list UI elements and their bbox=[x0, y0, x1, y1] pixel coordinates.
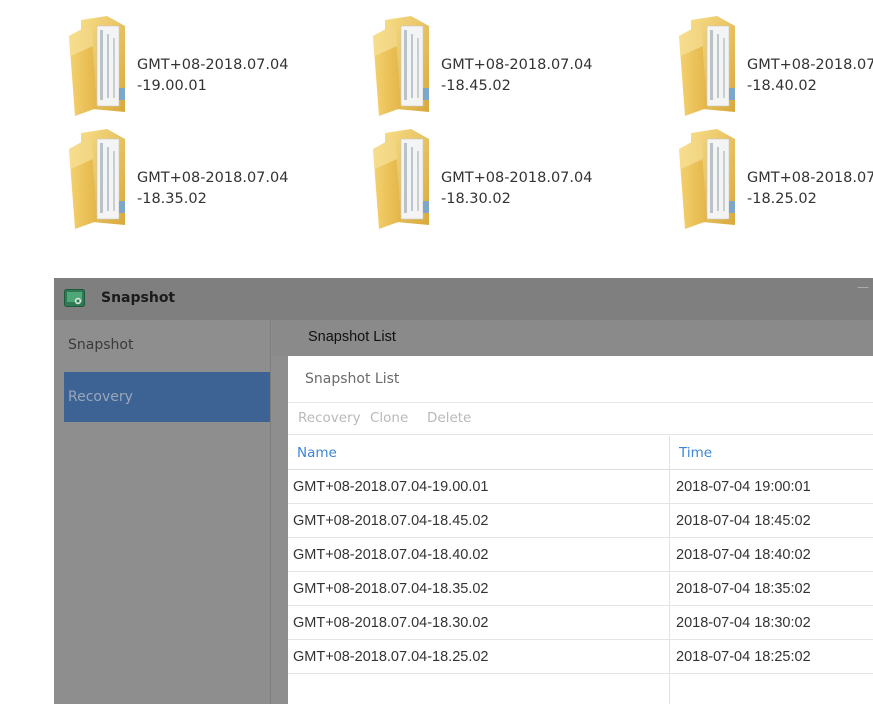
content-header-title: Snapshot List bbox=[308, 329, 396, 345]
folder-icon bbox=[67, 16, 131, 116]
table-header: Name Time bbox=[288, 436, 873, 470]
snapshot-list-panel: Snapshot List Recovery Clone Delete Name… bbox=[288, 356, 873, 704]
table-row[interactable]: GMT+08-2018.07.04-18.35.02 2018-07-04 18… bbox=[288, 572, 873, 606]
snapshot-window: Snapshot — Snapshot Recovery Snapshot Li… bbox=[54, 278, 873, 704]
folder-icon bbox=[371, 129, 435, 229]
folder-label: GMT+08-2018.07.04 -18.30.02 bbox=[441, 170, 593, 207]
cell-time: 2018-07-04 18:40:02 bbox=[676, 547, 811, 563]
cell-time: 2018-07-04 18:30:02 bbox=[676, 615, 811, 631]
table-row[interactable]: GMT+08-2018.07.04-18.30.02 2018-07-04 18… bbox=[288, 606, 873, 640]
folder-label: GMT+08-2018.07.04 -19.00.01 bbox=[137, 57, 289, 94]
table-row[interactable]: GMT+08-2018.07.04-19.00.01 2018-07-04 19… bbox=[288, 470, 873, 504]
sidebar-item-snapshot[interactable]: Snapshot bbox=[64, 320, 270, 370]
main-content: Snapshot List Snapshot List Recovery Clo… bbox=[272, 320, 873, 704]
panel-title: Snapshot List bbox=[288, 356, 873, 403]
cell-name: GMT+08-2018.07.04-18.25.02 bbox=[293, 649, 489, 665]
folder-item[interactable]: GMT+08-2018.07 -18.40.02 bbox=[677, 16, 873, 126]
folder-item[interactable]: GMT+08-2018.07.04 -18.30.02 bbox=[371, 129, 621, 239]
table-row[interactable]: GMT+08-2018.07.04-18.45.02 2018-07-04 18… bbox=[288, 504, 873, 538]
clone-button[interactable]: Clone bbox=[370, 410, 408, 426]
folder-item[interactable]: GMT+08-2018.07.04 -18.35.02 bbox=[67, 129, 317, 239]
title-bar: Snapshot — bbox=[54, 278, 873, 320]
app-title: Snapshot bbox=[101, 290, 176, 306]
sidebar-item-recovery[interactable]: Recovery bbox=[64, 372, 270, 422]
cell-time: 2018-07-04 18:35:02 bbox=[676, 581, 811, 597]
cell-time: 2018-07-04 19:00:01 bbox=[676, 479, 811, 495]
content-header: Snapshot List bbox=[272, 320, 873, 356]
cell-name: GMT+08-2018.07.04-18.30.02 bbox=[293, 615, 489, 631]
cell-name: GMT+08-2018.07.04-18.45.02 bbox=[293, 513, 489, 529]
folder-icon bbox=[677, 16, 741, 116]
column-header-time[interactable]: Time bbox=[679, 445, 712, 461]
cell-name: GMT+08-2018.07.04-18.40.02 bbox=[293, 547, 489, 563]
folder-label: GMT+08-2018.07 -18.40.02 bbox=[747, 57, 873, 94]
folder-label: GMT+08-2018.07.04 -18.35.02 bbox=[137, 170, 289, 207]
folder-item[interactable]: GMT+08-2018.07.04 -19.00.01 bbox=[67, 16, 317, 126]
folder-label: GMT+08-2018.07.04 -18.45.02 bbox=[441, 57, 593, 94]
cell-time: 2018-07-04 18:25:02 bbox=[676, 649, 811, 665]
toolbar: Recovery Clone Delete bbox=[288, 404, 873, 435]
column-header-name[interactable]: Name bbox=[297, 445, 337, 461]
folder-label: GMT+08-2018.07 -18.25.02 bbox=[747, 170, 873, 207]
cell-name: GMT+08-2018.07.04-19.00.01 bbox=[293, 479, 489, 495]
recovery-button[interactable]: Recovery bbox=[298, 410, 361, 426]
delete-button[interactable]: Delete bbox=[427, 410, 471, 426]
minimize-button[interactable]: — bbox=[857, 280, 869, 294]
cell-time: 2018-07-04 18:45:02 bbox=[676, 513, 811, 529]
folder-item[interactable]: GMT+08-2018.07 -18.25.02 bbox=[677, 129, 873, 239]
table-row[interactable]: GMT+08-2018.07.04-18.25.02 2018-07-04 18… bbox=[288, 640, 873, 674]
folder-icon bbox=[67, 129, 131, 229]
panel-title-label: Snapshot List bbox=[305, 371, 400, 387]
folder-icon bbox=[677, 129, 741, 229]
table-row[interactable]: GMT+08-2018.07.04-18.40.02 2018-07-04 18… bbox=[288, 538, 873, 572]
folder-item[interactable]: GMT+08-2018.07.04 -18.45.02 bbox=[371, 16, 621, 126]
folder-icon bbox=[371, 16, 435, 116]
snapshot-app-icon bbox=[64, 289, 85, 307]
snapshot-table: Name Time GMT+08-2018.07.04-19.00.01 201… bbox=[288, 436, 873, 674]
cell-name: GMT+08-2018.07.04-18.35.02 bbox=[293, 581, 489, 597]
sidebar: Snapshot Recovery bbox=[54, 320, 271, 704]
